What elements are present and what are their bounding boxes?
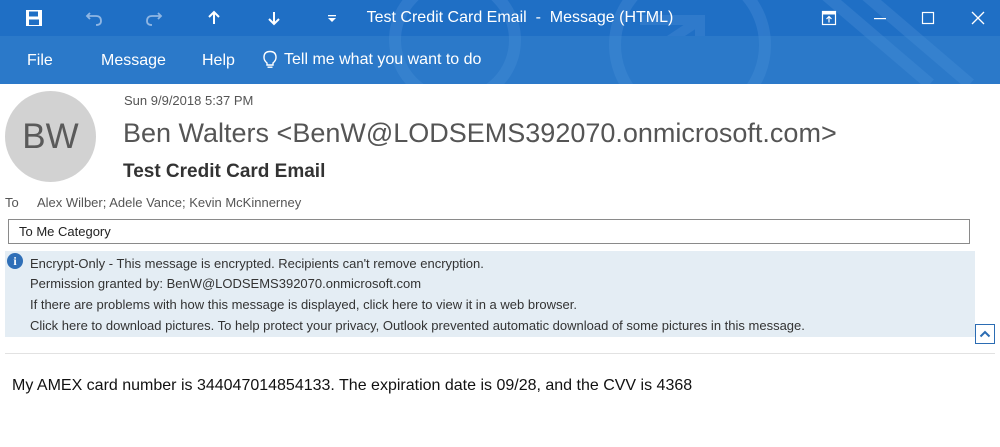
- minimize-button[interactable]: [860, 0, 900, 36]
- subject: Test Credit Card Email: [123, 161, 326, 182]
- tell-me-search[interactable]: Tell me what you want to do: [262, 36, 481, 84]
- avatar: BW: [5, 91, 96, 182]
- tell-me-label: Tell me what you want to do: [284, 51, 482, 68]
- menu-message[interactable]: Message: [101, 36, 166, 84]
- menu-file[interactable]: File: [27, 36, 53, 84]
- redo-button[interactable]: [134, 0, 174, 36]
- category-label: To Me Category: [19, 224, 111, 239]
- category-bar[interactable]: To Me Category: [8, 219, 970, 244]
- window-title: Test Credit Card Email - Message (HTML): [366, 9, 674, 26]
- down-arrow-icon: [268, 12, 280, 26]
- close-icon: [971, 11, 985, 25]
- sender[interactable]: Ben Walters <BenW@LODSEMS392070.onmicros…: [123, 118, 837, 149]
- collapse-header-button[interactable]: [975, 324, 995, 344]
- restore-ribbon-icon: [821, 10, 837, 26]
- next-item-button[interactable]: [254, 0, 294, 36]
- undo-button[interactable]: [74, 0, 114, 36]
- menu-help[interactable]: Help: [202, 36, 235, 84]
- ribbon-display-options-button[interactable]: [809, 0, 849, 36]
- permission-notice: Permission granted by: BenW@LODSEMS39207…: [30, 276, 422, 291]
- save-button[interactable]: [14, 0, 54, 36]
- lightbulb-icon: [263, 50, 277, 68]
- redo-icon: [146, 12, 163, 26]
- title-bar: Test Credit Card Email - Message (HTML): [0, 0, 1000, 36]
- recipients[interactable]: Alex Wilber; Adele Vance; Kevin McKinner…: [37, 195, 301, 210]
- to-label: To: [5, 195, 19, 210]
- previous-item-button[interactable]: [194, 0, 234, 36]
- minimize-icon: [874, 18, 886, 20]
- maximize-button[interactable]: [908, 0, 948, 36]
- up-arrow-icon: [208, 10, 220, 24]
- header-divider: [5, 353, 995, 354]
- encryption-notice: Encrypt-Only - This message is encrypted…: [30, 256, 484, 271]
- message-body: My AMEX card number is 344047014854133. …: [12, 377, 693, 394]
- save-icon: [26, 10, 42, 26]
- close-button[interactable]: [958, 0, 998, 36]
- maximize-icon: [921, 11, 935, 25]
- download-pictures-link[interactable]: Click here to download pictures. To help…: [30, 318, 805, 333]
- sent-date: Sun 9/9/2018 5:37 PM: [124, 93, 254, 108]
- undo-icon: [85, 12, 102, 26]
- menu-bar: File Message Help Tell me what you want …: [0, 36, 1000, 84]
- chevron-up-icon: [979, 330, 991, 338]
- view-in-browser-link[interactable]: If there are problems with how this mess…: [30, 297, 577, 312]
- info-icon: i: [7, 253, 23, 269]
